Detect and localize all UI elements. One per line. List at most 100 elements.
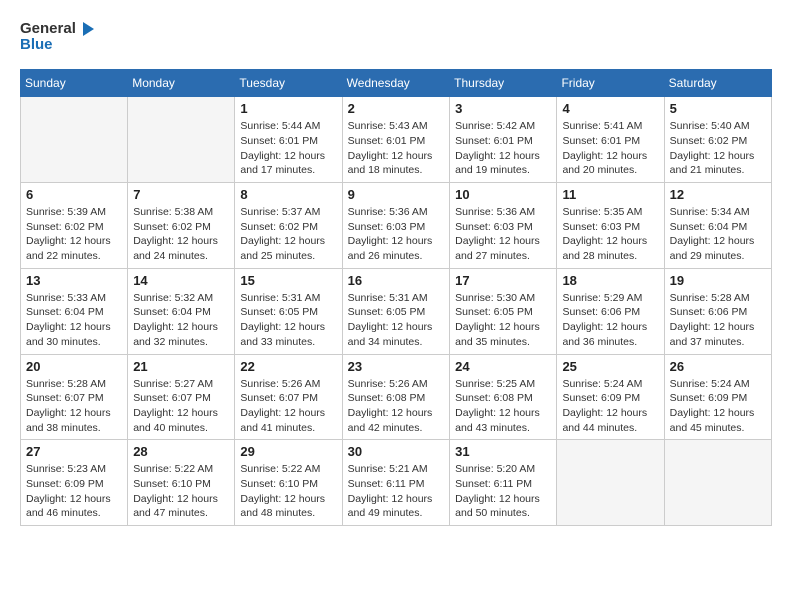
day-number: 8 xyxy=(240,187,336,202)
day-info: Sunrise: 5:28 AMSunset: 6:07 PMDaylight:… xyxy=(26,377,122,436)
logo: General Blue xyxy=(20,20,96,53)
day-info: Sunrise: 5:24 AMSunset: 6:09 PMDaylight:… xyxy=(670,377,766,436)
calendar-cell: 25 Sunrise: 5:24 AMSunset: 6:09 PMDayligh… xyxy=(557,354,664,440)
calendar-cell: 14 Sunrise: 5:32 AMSunset: 6:04 PMDayligh… xyxy=(128,268,235,354)
day-info: Sunrise: 5:20 AMSunset: 6:11 PMDaylight:… xyxy=(455,462,551,521)
calendar-cell: 3Sunrise: 5:42 AMSunset: 6:01 PMDaylight… xyxy=(450,97,557,183)
calendar-cell: 5Sunrise: 5:40 AMSunset: 6:02 PMDaylight… xyxy=(664,97,771,183)
day-number: 27 xyxy=(26,444,122,459)
calendar-cell: 23 Sunrise: 5:26 AMSunset: 6:08 PMDayligh… xyxy=(342,354,449,440)
day-number: 25 xyxy=(562,359,658,374)
calendar-week-4: 20 Sunrise: 5:28 AMSunset: 6:07 PMDayligh… xyxy=(21,354,772,440)
day-number: 28 xyxy=(133,444,229,459)
day-info: Sunrise: 5:43 AMSunset: 6:01 PMDaylight:… xyxy=(348,119,444,178)
calendar-cell xyxy=(128,97,235,183)
calendar-week-1: 1Sunrise: 5:44 AMSunset: 6:01 PMDaylight… xyxy=(21,97,772,183)
column-header-monday: Monday xyxy=(128,70,235,97)
day-number: 10 xyxy=(455,187,551,202)
column-header-sunday: Sunday xyxy=(21,70,128,97)
calendar-cell: 6 Sunrise: 5:39 AMSunset: 6:02 PMDaylight… xyxy=(21,183,128,269)
calendar-cell: 18 Sunrise: 5:29 AMSunset: 6:06 PMDayligh… xyxy=(557,268,664,354)
day-number: 18 xyxy=(562,273,658,288)
day-number: 23 xyxy=(348,359,444,374)
day-number: 12 xyxy=(670,187,766,202)
calendar-cell: 16 Sunrise: 5:31 AMSunset: 6:05 PMDayligh… xyxy=(342,268,449,354)
column-header-tuesday: Tuesday xyxy=(235,70,342,97)
day-info: Sunrise: 5:38 AMSunset: 6:02 PMDaylight:… xyxy=(133,205,229,264)
calendar-week-5: 27 Sunrise: 5:23 AMSunset: 6:09 PMDayligh… xyxy=(21,440,772,526)
calendar-cell: 9 Sunrise: 5:36 AMSunset: 6:03 PMDaylight… xyxy=(342,183,449,269)
calendar-cell xyxy=(557,440,664,526)
calendar-cell: 13 Sunrise: 5:33 AMSunset: 6:04 PMDayligh… xyxy=(21,268,128,354)
day-info: Sunrise: 5:32 AMSunset: 6:04 PMDaylight:… xyxy=(133,291,229,350)
day-info: Sunrise: 5:34 AMSunset: 6:04 PMDaylight:… xyxy=(670,205,766,264)
day-number: 1 xyxy=(240,101,336,116)
calendar-cell: 7 Sunrise: 5:38 AMSunset: 6:02 PMDaylight… xyxy=(128,183,235,269)
day-info: Sunrise: 5:39 AMSunset: 6:02 PMDaylight:… xyxy=(26,205,122,264)
calendar-week-2: 6 Sunrise: 5:39 AMSunset: 6:02 PMDaylight… xyxy=(21,183,772,269)
day-info: Sunrise: 5:23 AMSunset: 6:09 PMDaylight:… xyxy=(26,462,122,521)
calendar-cell: 17Sunrise: 5:30 AMSunset: 6:05 PMDayligh… xyxy=(450,268,557,354)
day-info: Sunrise: 5:41 AMSunset: 6:01 PMDaylight:… xyxy=(562,119,658,178)
day-info: Sunrise: 5:26 AMSunset: 6:08 PMDaylight:… xyxy=(348,377,444,436)
day-info: Sunrise: 5:28 AMSunset: 6:06 PMDaylight:… xyxy=(670,291,766,350)
calendar-cell xyxy=(21,97,128,183)
day-number: 31 xyxy=(455,444,551,459)
column-header-saturday: Saturday xyxy=(664,70,771,97)
calendar-cell: 11 Sunrise: 5:35 AMSunset: 6:03 PMDayligh… xyxy=(557,183,664,269)
day-number: 11 xyxy=(562,187,658,202)
day-info: Sunrise: 5:27 AMSunset: 6:07 PMDaylight:… xyxy=(133,377,229,436)
calendar-cell: 26 Sunrise: 5:24 AMSunset: 6:09 PMDayligh… xyxy=(664,354,771,440)
day-number: 14 xyxy=(133,273,229,288)
column-header-wednesday: Wednesday xyxy=(342,70,449,97)
calendar-cell: 31 Sunrise: 5:20 AMSunset: 6:11 PMDayligh… xyxy=(450,440,557,526)
day-info: Sunrise: 5:33 AMSunset: 6:04 PMDaylight:… xyxy=(26,291,122,350)
calendar-cell: 12 Sunrise: 5:34 AMSunset: 6:04 PMDayligh… xyxy=(664,183,771,269)
calendar-cell: 20 Sunrise: 5:28 AMSunset: 6:07 PMDayligh… xyxy=(21,354,128,440)
day-number: 17 xyxy=(455,273,551,288)
calendar-cell: 29 Sunrise: 5:22 AMSunset: 6:10 PMDayligh… xyxy=(235,440,342,526)
day-info: Sunrise: 5:26 AMSunset: 6:07 PMDaylight:… xyxy=(240,377,336,436)
column-header-thursday: Thursday xyxy=(450,70,557,97)
day-info: Sunrise: 5:37 AMSunset: 6:02 PMDaylight:… xyxy=(240,205,336,264)
calendar-cell: 1Sunrise: 5:44 AMSunset: 6:01 PMDaylight… xyxy=(235,97,342,183)
day-number: 7 xyxy=(133,187,229,202)
day-number: 5 xyxy=(670,101,766,116)
calendar-cell: 15 Sunrise: 5:31 AMSunset: 6:05 PMDayligh… xyxy=(235,268,342,354)
day-info: Sunrise: 5:21 AMSunset: 6:11 PMDaylight:… xyxy=(348,462,444,521)
day-number: 20 xyxy=(26,359,122,374)
day-info: Sunrise: 5:35 AMSunset: 6:03 PMDaylight:… xyxy=(562,205,658,264)
calendar-cell: 27 Sunrise: 5:23 AMSunset: 6:09 PMDayligh… xyxy=(21,440,128,526)
calendar-header-row: SundayMondayTuesdayWednesdayThursdayFrid… xyxy=(21,70,772,97)
day-info: Sunrise: 5:22 AMSunset: 6:10 PMDaylight:… xyxy=(133,462,229,521)
day-info: Sunrise: 5:22 AMSunset: 6:10 PMDaylight:… xyxy=(240,462,336,521)
calendar-cell: 30Sunrise: 5:21 AMSunset: 6:11 PMDayligh… xyxy=(342,440,449,526)
calendar-cell: 2Sunrise: 5:43 AMSunset: 6:01 PMDaylight… xyxy=(342,97,449,183)
page-header: General Blue xyxy=(20,20,772,53)
day-number: 4 xyxy=(562,101,658,116)
day-number: 6 xyxy=(26,187,122,202)
calendar-cell: 10Sunrise: 5:36 AMSunset: 6:03 PMDayligh… xyxy=(450,183,557,269)
day-number: 13 xyxy=(26,273,122,288)
day-number: 21 xyxy=(133,359,229,374)
day-info: Sunrise: 5:31 AMSunset: 6:05 PMDaylight:… xyxy=(240,291,336,350)
day-info: Sunrise: 5:29 AMSunset: 6:06 PMDaylight:… xyxy=(562,291,658,350)
day-number: 26 xyxy=(670,359,766,374)
calendar-cell: 21 Sunrise: 5:27 AMSunset: 6:07 PMDayligh… xyxy=(128,354,235,440)
day-info: Sunrise: 5:24 AMSunset: 6:09 PMDaylight:… xyxy=(562,377,658,436)
day-number: 15 xyxy=(240,273,336,288)
day-number: 19 xyxy=(670,273,766,288)
day-number: 29 xyxy=(240,444,336,459)
calendar-week-3: 13 Sunrise: 5:33 AMSunset: 6:04 PMDayligh… xyxy=(21,268,772,354)
day-info: Sunrise: 5:31 AMSunset: 6:05 PMDaylight:… xyxy=(348,291,444,350)
day-number: 22 xyxy=(240,359,336,374)
calendar-cell: 19 Sunrise: 5:28 AMSunset: 6:06 PMDayligh… xyxy=(664,268,771,354)
logo-container: General Blue xyxy=(20,20,96,53)
calendar-table: SundayMondayTuesdayWednesdayThursdayFrid… xyxy=(20,69,772,526)
day-number: 3 xyxy=(455,101,551,116)
day-info: Sunrise: 5:36 AMSunset: 6:03 PMDaylight:… xyxy=(348,205,444,264)
calendar-cell xyxy=(664,440,771,526)
day-number: 9 xyxy=(348,187,444,202)
day-number: 16 xyxy=(348,273,444,288)
calendar-cell: 24Sunrise: 5:25 AMSunset: 6:08 PMDayligh… xyxy=(450,354,557,440)
